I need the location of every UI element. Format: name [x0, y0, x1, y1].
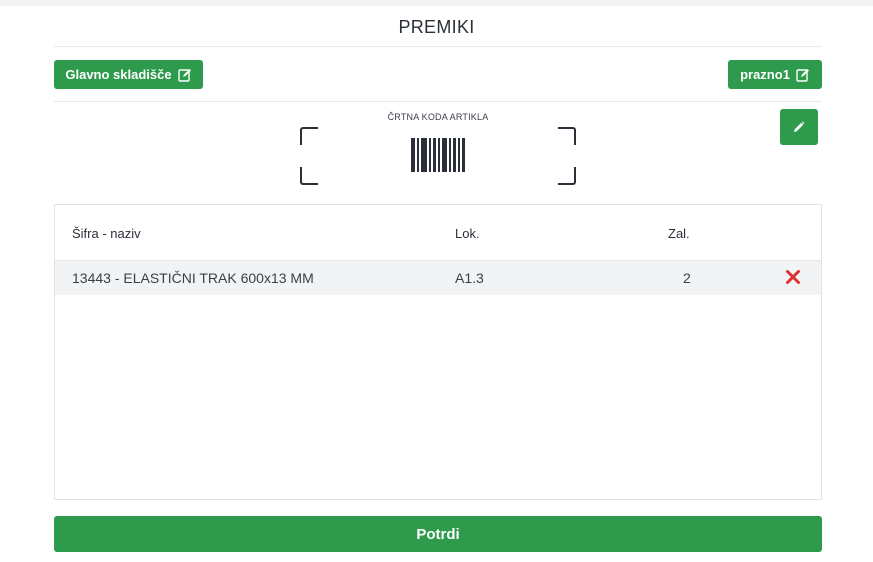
source-warehouse-button[interactable]: Glavno skladišče: [54, 60, 203, 89]
divider: [54, 101, 822, 102]
close-icon[interactable]: [785, 269, 801, 285]
scan-frame-corner: [300, 127, 318, 145]
target-warehouse-label: prazno1: [740, 67, 790, 82]
row-code-name: 13443 - ELASTIČNI TRAK 600x13 MM: [72, 270, 314, 286]
confirm-label: Potrdi: [416, 525, 460, 543]
edit-icon: [177, 68, 191, 82]
row-location: A1.3: [455, 270, 484, 286]
barcode-icon[interactable]: [410, 138, 466, 172]
target-warehouse-button[interactable]: prazno1: [728, 60, 822, 89]
edit-icon: [796, 68, 809, 82]
pencil-icon: [794, 121, 805, 132]
items-table: Šifra - naziv Lok. Zal. 13443 - ELASTIČN…: [54, 204, 822, 500]
divider: [54, 46, 822, 47]
page-title: PREMIKI: [398, 17, 475, 37]
column-header-stock[interactable]: Zal.: [668, 226, 690, 241]
manual-entry-button[interactable]: [780, 109, 818, 145]
scan-frame-corner: [558, 167, 576, 185]
row-stock: 2: [683, 270, 691, 286]
confirm-button[interactable]: Potrdi: [54, 516, 822, 552]
source-warehouse-label: Glavno skladišče: [65, 67, 172, 82]
top-strip: [0, 0, 873, 6]
column-header-code-name[interactable]: Šifra - naziv: [72, 226, 141, 241]
table-row[interactable]: 13443 - ELASTIČNI TRAK 600x13 MM A1.3 2: [55, 260, 821, 295]
scan-frame-corner: [558, 127, 576, 145]
barcode-label: ČRTNA KODA ARTIKLA: [387, 112, 489, 122]
scan-frame-corner: [300, 167, 318, 185]
column-header-location[interactable]: Lok.: [455, 226, 480, 241]
